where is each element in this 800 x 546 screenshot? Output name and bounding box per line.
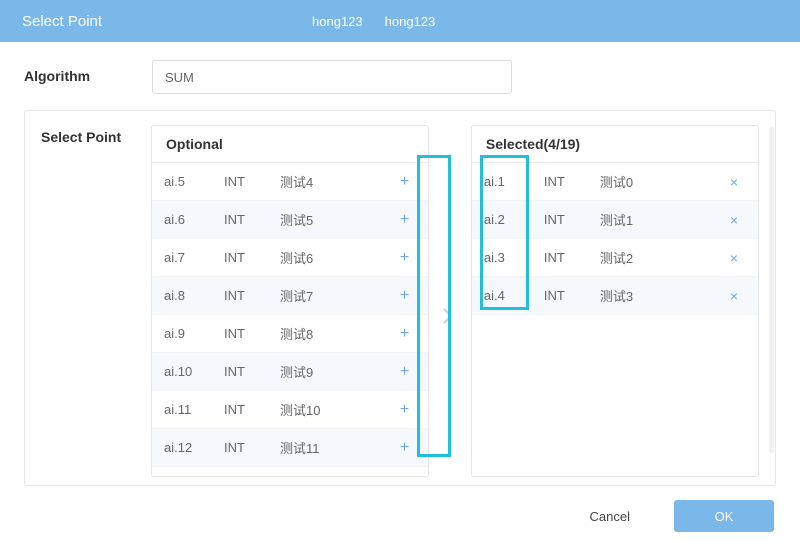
item-id: ai.10 [164, 364, 224, 379]
item-desc: 测试7 [280, 286, 392, 305]
item-desc: 测试0 [600, 172, 722, 191]
selected-panel: Selected(4/19) ai.1INT测试0×ai.2INT测试1×ai.… [471, 125, 759, 477]
optional-list[interactable]: ai.5INT测试4+ai.6INT测试5+ai.7INT测试6+ai.8INT… [152, 163, 428, 476]
item-desc: 测试6 [280, 248, 392, 267]
remove-icon[interactable]: × [722, 288, 746, 304]
list-item: ai.2INT测试1× [472, 201, 758, 239]
item-desc: 测试9 [280, 362, 392, 381]
list-item: ai.4INT测试3× [472, 277, 758, 315]
list-item: ai.8INT测试7+ [152, 277, 428, 315]
item-id: ai.7 [164, 250, 224, 265]
add-icon[interactable]: + [392, 211, 416, 229]
algorithm-input[interactable] [152, 60, 512, 94]
ok-button[interactable]: OK [674, 500, 774, 532]
item-type: INT [224, 402, 280, 417]
item-type: INT [224, 364, 280, 379]
list-item: ai.11INT测试10+ [152, 391, 428, 429]
item-type: INT [224, 326, 280, 341]
add-icon[interactable]: + [392, 249, 416, 267]
item-id: ai.8 [164, 288, 224, 303]
list-item: ai.1INT测试0× [472, 163, 758, 201]
item-type: INT [544, 212, 600, 227]
cancel-button[interactable]: Cancel [568, 500, 652, 532]
item-type: INT [544, 250, 600, 265]
optional-header: Optional [152, 126, 428, 163]
select-point-dialog: Select Point hong123 hong123 Algorithm S… [0, 0, 800, 546]
breadcrumb: hong123 hong123 [312, 14, 435, 29]
optional-panel: Optional ai.5INT测试4+ai.6INT测试5+ai.7INT测试… [151, 125, 429, 477]
select-point-panels: Select Point Optional ai.5INT测试4+ai.6INT… [24, 110, 776, 486]
add-icon[interactable]: + [392, 439, 416, 457]
add-icon[interactable]: + [392, 401, 416, 419]
dialog-body: Algorithm Select Point Optional ai.5INT测… [0, 42, 800, 492]
add-icon[interactable]: + [392, 363, 416, 381]
item-id: ai.5 [164, 174, 224, 189]
item-type: INT [224, 174, 280, 189]
algorithm-row: Algorithm [24, 60, 776, 94]
selected-list[interactable]: ai.1INT测试0×ai.2INT测试1×ai.3INT测试2×ai.4INT… [472, 163, 758, 476]
item-id: ai.6 [164, 212, 224, 227]
list-item: ai.5INT测试4+ [152, 163, 428, 201]
breadcrumb-item: hong123 [312, 14, 363, 29]
item-id: ai.12 [164, 440, 224, 455]
select-point-label: Select Point [41, 125, 137, 477]
item-desc: 测试8 [280, 324, 392, 343]
item-type: INT [224, 212, 280, 227]
item-type: INT [224, 250, 280, 265]
item-desc: 测试2 [600, 248, 722, 267]
item-type: INT [224, 288, 280, 303]
remove-icon[interactable]: × [722, 174, 746, 190]
add-icon[interactable]: + [392, 325, 416, 343]
item-id: ai.9 [164, 326, 224, 341]
item-id: ai.11 [164, 402, 224, 417]
dialog-title: Select Point [22, 13, 102, 30]
item-desc: 测试11 [280, 438, 392, 457]
item-desc: 测试4 [280, 172, 392, 191]
list-item: ai.9INT测试8+ [152, 315, 428, 353]
item-desc: 测试10 [280, 400, 392, 419]
remove-icon[interactable]: × [722, 212, 746, 228]
item-type: INT [544, 174, 600, 189]
titlebar: Select Point hong123 hong123 [0, 0, 800, 42]
add-icon[interactable]: + [392, 287, 416, 305]
breadcrumb-item: hong123 [385, 14, 436, 29]
transfer-arrow-icon [443, 308, 456, 324]
list-item: ai.3INT测试2× [472, 239, 758, 277]
dialog-footer: Cancel OK [0, 492, 800, 546]
item-type: INT [224, 440, 280, 455]
scrollbar[interactable] [769, 127, 774, 453]
item-desc: 测试5 [280, 210, 392, 229]
selected-header: Selected(4/19) [472, 126, 758, 163]
add-icon[interactable]: + [392, 173, 416, 191]
item-id: ai.4 [484, 288, 544, 303]
list-item: ai.6INT测试5+ [152, 201, 428, 239]
item-id: ai.2 [484, 212, 544, 227]
item-id: ai.1 [484, 174, 544, 189]
item-desc: 测试3 [600, 286, 722, 305]
item-id: ai.3 [484, 250, 544, 265]
item-type: INT [544, 288, 600, 303]
remove-icon[interactable]: × [722, 250, 746, 266]
list-item: ai.10INT测试9+ [152, 353, 428, 391]
algorithm-label: Algorithm [24, 60, 134, 84]
list-item: ai.7INT测试6+ [152, 239, 428, 277]
item-desc: 测试1 [600, 210, 722, 229]
list-item: ai.12INT测试11+ [152, 429, 428, 467]
